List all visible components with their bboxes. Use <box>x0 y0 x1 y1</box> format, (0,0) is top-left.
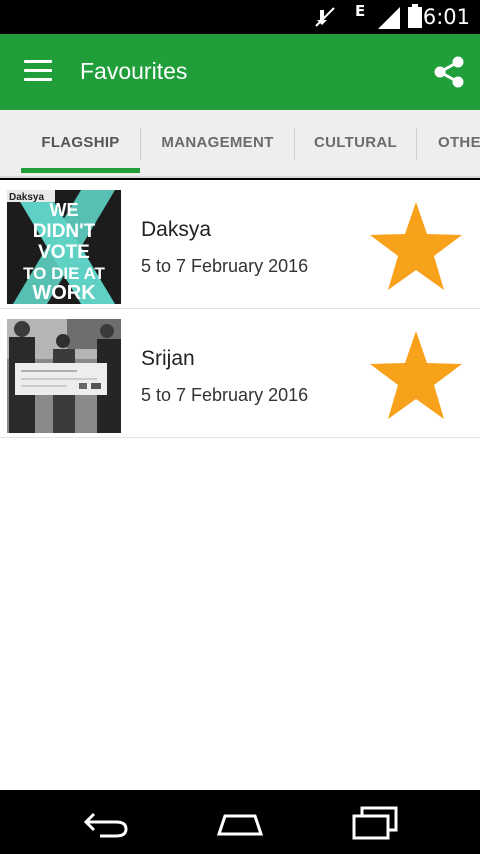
poster-line: DIDN'T <box>33 221 96 242</box>
favourites-list: Daksya WE DIDN'T VOTE TO DIE AT WORK Dak… <box>0 180 480 790</box>
status-bar: E 6:01 <box>0 0 480 34</box>
poster-line: TO DIE AT <box>23 264 105 283</box>
network-type-label: E <box>355 2 366 20</box>
tab-others[interactable]: OTHE <box>417 124 480 160</box>
system-nav-bar <box>0 790 480 854</box>
event-name: Srijan <box>141 347 195 370</box>
signal-icon <box>378 7 400 29</box>
list-item[interactable]: Srijan 5 to 7 February 2016 <box>0 309 480 438</box>
poster-corner-label: Daksya <box>9 192 44 203</box>
tab-cultural[interactable]: CULTURAL <box>295 124 416 160</box>
page-title: Favourites <box>80 58 188 84</box>
event-name: Daksya <box>141 218 212 241</box>
share-icon[interactable] <box>432 55 466 89</box>
list-item[interactable]: Daksya WE DIDN'T VOTE TO DIE AT WORK Dak… <box>0 180 480 309</box>
poster-image <box>7 319 121 433</box>
poster-line: VOTE <box>38 242 90 263</box>
battery-icon <box>408 4 422 28</box>
event-poster-daksya: Daksya WE DIDN'T VOTE TO DIE AT WORK <box>7 190 121 304</box>
favourite-star-icon[interactable] <box>368 200 464 292</box>
home-icon[interactable] <box>213 806 267 840</box>
event-poster-srijan <box>7 319 121 433</box>
favourite-star-icon[interactable] <box>368 329 464 421</box>
active-tab-indicator <box>21 168 140 173</box>
tab-flagship[interactable]: FLAGSHIP <box>21 124 140 160</box>
recent-apps-icon[interactable] <box>348 806 402 840</box>
mute-icon <box>315 7 335 27</box>
app-bar: Favourites <box>0 34 480 110</box>
event-date: 5 to 7 February 2016 <box>141 385 309 405</box>
poster-line: WE <box>50 200 79 220</box>
tab-management[interactable]: MANAGEMENT <box>141 124 294 160</box>
event-date: 5 to 7 February 2016 <box>141 256 309 276</box>
poster-line: WORK <box>32 282 96 304</box>
back-icon[interactable] <box>80 806 134 840</box>
poster-image: Daksya WE DIDN'T VOTE TO DIE AT WORK <box>7 190 121 304</box>
category-tabs: FLAGSHIP MANAGEMENT CULTURAL OTHE <box>0 110 480 178</box>
hamburger-menu-icon[interactable] <box>24 60 52 82</box>
clock: 6:01 <box>422 5 470 29</box>
